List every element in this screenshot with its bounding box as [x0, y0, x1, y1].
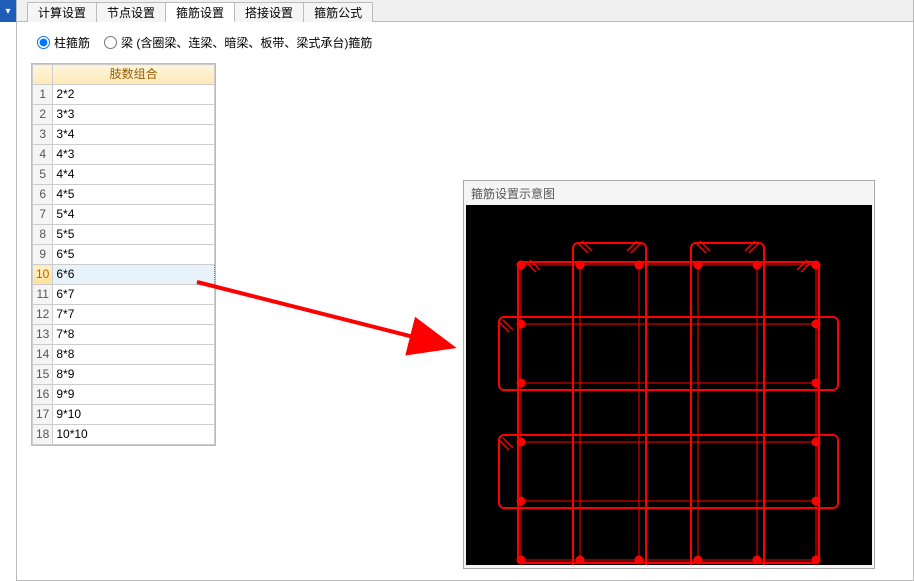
- combo-cell[interactable]: 8*8: [53, 345, 215, 365]
- table-row[interactable]: 137*8: [33, 325, 215, 345]
- corner-cell: [33, 65, 53, 85]
- table-row[interactable]: 75*4: [33, 205, 215, 225]
- tab-bar: 计算设置 节点设置 箍筋设置 搭接设置 箍筋公式: [17, 0, 913, 22]
- header-label: 肢数组合: [110, 67, 158, 81]
- diagram-panel: 箍筋设置示意图: [463, 180, 875, 569]
- side-dropdown-button[interactable]: ▾: [0, 0, 16, 22]
- table-row[interactable]: 85*5: [33, 225, 215, 245]
- radio-group: 柱箍筋 梁 (含圈梁、连梁、暗梁、板带、梁式承台)箍筋: [17, 22, 913, 63]
- tab-label: 箍筋公式: [314, 6, 362, 20]
- row-number[interactable]: 8: [33, 225, 53, 245]
- row-number[interactable]: 3: [33, 125, 53, 145]
- combo-cell[interactable]: 4*5: [53, 185, 215, 205]
- row-number[interactable]: 11: [33, 285, 53, 305]
- combo-cell[interactable]: 6*7: [53, 285, 215, 305]
- combo-table: 肢数组合 12*223*333*444*354*464*575*485*596*…: [31, 63, 216, 446]
- table-row[interactable]: 12*2: [33, 85, 215, 105]
- diagram-title: 箍筋设置示意图: [465, 182, 873, 205]
- table-row[interactable]: 127*7: [33, 305, 215, 325]
- table-row[interactable]: 96*5: [33, 245, 215, 265]
- radio-label: 梁 (含圈梁、连梁、暗梁、板带、梁式承台)箍筋: [121, 34, 372, 51]
- combo-cell[interactable]: 7*8: [53, 325, 215, 345]
- row-number[interactable]: 15: [33, 365, 53, 385]
- row-number[interactable]: 13: [33, 325, 53, 345]
- radio-label: 柱箍筋: [54, 34, 90, 51]
- column-header[interactable]: 肢数组合: [53, 65, 215, 85]
- combo-cell[interactable]: 5*5: [53, 225, 215, 245]
- table-row[interactable]: 23*3: [33, 105, 215, 125]
- combo-cell[interactable]: 6*6: [53, 265, 215, 285]
- row-number[interactable]: 12: [33, 305, 53, 325]
- table-row[interactable]: 106*6: [33, 265, 215, 285]
- combo-cell[interactable]: 6*5: [53, 245, 215, 265]
- row-number[interactable]: 10: [33, 265, 53, 285]
- chevron-down-icon: ▾: [5, 6, 10, 17]
- tab-label: 搭接设置: [245, 6, 293, 20]
- combo-cell[interactable]: 5*4: [53, 205, 215, 225]
- row-number[interactable]: 17: [33, 405, 53, 425]
- tab-label: 节点设置: [107, 6, 155, 20]
- diagram-title-text: 箍筋设置示意图: [471, 187, 555, 201]
- tab-stirrup-settings[interactable]: 箍筋设置: [165, 2, 235, 22]
- row-number[interactable]: 4: [33, 145, 53, 165]
- table-row[interactable]: 116*7: [33, 285, 215, 305]
- combo-cell[interactable]: 8*9: [53, 365, 215, 385]
- radio-column-stirrup[interactable]: 柱箍筋: [37, 34, 90, 51]
- row-number[interactable]: 5: [33, 165, 53, 185]
- tab-node-settings[interactable]: 节点设置: [96, 2, 166, 22]
- combo-cell[interactable]: 10*10: [53, 425, 215, 445]
- tab-label: 箍筋设置: [176, 6, 224, 20]
- table-row[interactable]: 33*4: [33, 125, 215, 145]
- tab-stirrup-formula[interactable]: 箍筋公式: [303, 2, 373, 22]
- row-number[interactable]: 2: [33, 105, 53, 125]
- row-number[interactable]: 7: [33, 205, 53, 225]
- row-number[interactable]: 6: [33, 185, 53, 205]
- table-row[interactable]: 158*9: [33, 365, 215, 385]
- combo-cell[interactable]: 7*7: [53, 305, 215, 325]
- radio-column-input[interactable]: [37, 36, 50, 49]
- annotation-arrow: [187, 210, 477, 370]
- radio-beam-input[interactable]: [104, 36, 117, 49]
- combo-cell[interactable]: 3*3: [53, 105, 215, 125]
- content-area: 计算设置 节点设置 箍筋设置 搭接设置 箍筋公式 柱箍筋 梁 (含圈梁、连梁、暗…: [16, 0, 914, 581]
- table-row[interactable]: 44*3: [33, 145, 215, 165]
- row-number[interactable]: 18: [33, 425, 53, 445]
- tab-splice-settings[interactable]: 搭接设置: [234, 2, 304, 22]
- combo-cell[interactable]: 2*2: [53, 85, 215, 105]
- row-number[interactable]: 14: [33, 345, 53, 365]
- row-number[interactable]: 1: [33, 85, 53, 105]
- combo-cell[interactable]: 9*10: [53, 405, 215, 425]
- table-row[interactable]: 54*4: [33, 165, 215, 185]
- row-number[interactable]: 16: [33, 385, 53, 405]
- table-row[interactable]: 179*10: [33, 405, 215, 425]
- tab-calc-settings[interactable]: 计算设置: [27, 2, 97, 22]
- radio-beam-stirrup[interactable]: 梁 (含圈梁、连梁、暗梁、板带、梁式承台)箍筋: [104, 34, 372, 51]
- combo-cell[interactable]: 4*3: [53, 145, 215, 165]
- combo-cell[interactable]: 9*9: [53, 385, 215, 405]
- table-row[interactable]: 148*8: [33, 345, 215, 365]
- table-row[interactable]: 169*9: [33, 385, 215, 405]
- table-row[interactable]: 64*5: [33, 185, 215, 205]
- tab-label: 计算设置: [38, 6, 86, 20]
- table-row[interactable]: 1810*10: [33, 425, 215, 445]
- stirrup-diagram: [466, 205, 872, 565]
- combo-cell[interactable]: 4*4: [53, 165, 215, 185]
- combo-cell[interactable]: 3*4: [53, 125, 215, 145]
- row-number[interactable]: 9: [33, 245, 53, 265]
